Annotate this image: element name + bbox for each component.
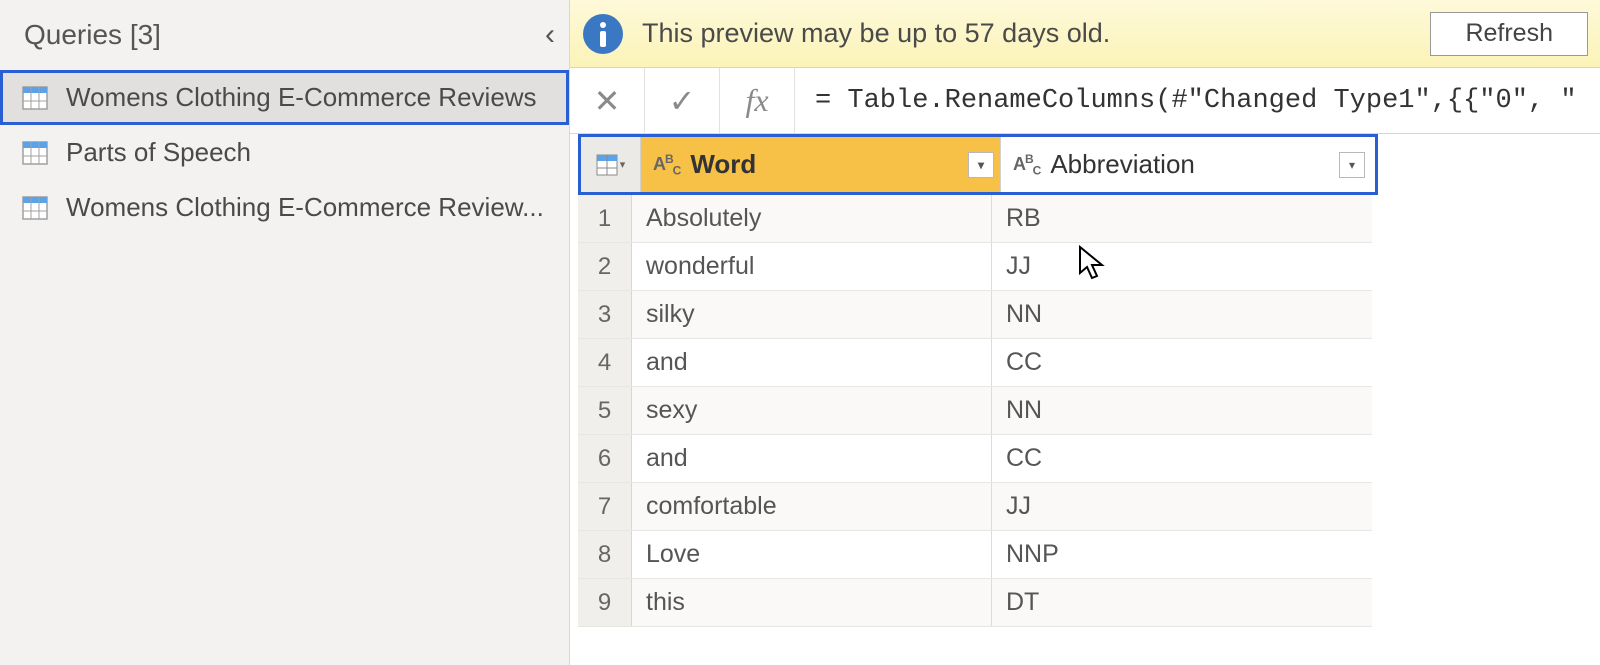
column-filter-abbrev[interactable]: ▾ bbox=[1339, 152, 1365, 178]
cell-word[interactable]: this bbox=[632, 579, 992, 626]
grid-header-highlight: ▾ ABC Word ▾ ABC Abbreviation ▾ bbox=[578, 134, 1378, 195]
table-row[interactable]: 2 wonderful JJ bbox=[578, 243, 1372, 291]
row-number[interactable]: 5 bbox=[578, 387, 632, 434]
table-row[interactable]: 7 comfortable JJ bbox=[578, 483, 1372, 531]
text-type-icon: ABC bbox=[1013, 152, 1040, 178]
column-header-word[interactable]: ABC Word ▾ bbox=[641, 137, 1001, 192]
row-number[interactable]: 7 bbox=[578, 483, 632, 530]
row-number[interactable]: 2 bbox=[578, 243, 632, 290]
table-row[interactable]: 1 Absolutely RB bbox=[578, 195, 1372, 243]
table-row[interactable]: 4 and CC bbox=[578, 339, 1372, 387]
banner-text: This preview may be up to 57 days old. bbox=[642, 18, 1412, 49]
query-item-label: Womens Clothing E-Commerce Reviews bbox=[66, 82, 547, 113]
table-row[interactable]: 9 this DT bbox=[578, 579, 1372, 627]
row-number[interactable]: 8 bbox=[578, 531, 632, 578]
formula-input[interactable] bbox=[795, 68, 1600, 133]
query-item-label: Parts of Speech bbox=[66, 137, 547, 168]
cell-word[interactable]: and bbox=[632, 339, 992, 386]
query-item[interactable]: Womens Clothing E-Commerce Review... bbox=[0, 180, 569, 235]
cell-abbreviation[interactable]: NNP bbox=[992, 531, 1362, 578]
info-icon bbox=[582, 13, 624, 55]
select-all-corner[interactable]: ▾ bbox=[581, 137, 641, 192]
query-list: Womens Clothing E-Commerce Reviews Parts… bbox=[0, 70, 569, 235]
refresh-button[interactable]: Refresh bbox=[1430, 12, 1588, 56]
cancel-formula-button[interactable]: ✕ bbox=[570, 68, 645, 133]
preview-age-banner: This preview may be up to 57 days old. R… bbox=[570, 0, 1600, 68]
fx-button[interactable]: fx bbox=[720, 68, 795, 133]
accept-formula-button[interactable]: ✓ bbox=[645, 68, 720, 133]
cell-abbreviation[interactable]: JJ bbox=[992, 483, 1362, 530]
cell-abbreviation[interactable]: RB bbox=[992, 195, 1362, 242]
formula-bar: ✕ ✓ fx bbox=[570, 68, 1600, 134]
data-grid: 1 Absolutely RB 2 wonderful JJ 3 silky N… bbox=[578, 195, 1372, 627]
cell-abbreviation[interactable]: NN bbox=[992, 387, 1362, 434]
table-row[interactable]: 8 Love NNP bbox=[578, 531, 1372, 579]
table-row[interactable]: 3 silky NN bbox=[578, 291, 1372, 339]
query-item[interactable]: Womens Clothing E-Commerce Reviews bbox=[0, 70, 569, 125]
chevron-down-icon: ▾ bbox=[620, 158, 626, 171]
row-number[interactable]: 9 bbox=[578, 579, 632, 626]
cell-word[interactable]: silky bbox=[632, 291, 992, 338]
column-header-abbreviation[interactable]: ABC Abbreviation ▾ bbox=[1001, 137, 1371, 192]
table-icon bbox=[22, 196, 48, 220]
column-header-abbrev-label: Abbreviation bbox=[1050, 149, 1195, 180]
cell-abbreviation[interactable]: JJ bbox=[992, 243, 1362, 290]
cell-word[interactable]: Absolutely bbox=[632, 195, 992, 242]
table-icon bbox=[22, 141, 48, 165]
table-row[interactable]: 5 sexy NN bbox=[578, 387, 1372, 435]
row-number[interactable]: 6 bbox=[578, 435, 632, 482]
query-item-label: Womens Clothing E-Commerce Review... bbox=[66, 192, 547, 223]
table-row[interactable]: 6 and CC bbox=[578, 435, 1372, 483]
cell-word[interactable]: comfortable bbox=[632, 483, 992, 530]
row-number[interactable]: 3 bbox=[578, 291, 632, 338]
cell-word[interactable]: Love bbox=[632, 531, 992, 578]
table-icon bbox=[22, 86, 48, 110]
collapse-pane-icon[interactable]: ‹ bbox=[545, 18, 555, 52]
queries-pane: Queries [3] ‹ Womens Clothing E-Commerce… bbox=[0, 0, 570, 665]
column-filter-word[interactable]: ▾ bbox=[968, 152, 994, 178]
cell-word[interactable]: and bbox=[632, 435, 992, 482]
query-item[interactable]: Parts of Speech bbox=[0, 125, 569, 180]
cell-abbreviation[interactable]: DT bbox=[992, 579, 1362, 626]
queries-title: Queries [3] bbox=[24, 19, 161, 51]
cell-word[interactable]: wonderful bbox=[632, 243, 992, 290]
cell-abbreviation[interactable]: CC bbox=[992, 339, 1362, 386]
row-number[interactable]: 4 bbox=[578, 339, 632, 386]
cell-abbreviation[interactable]: CC bbox=[992, 435, 1362, 482]
right-pane: This preview may be up to 57 days old. R… bbox=[570, 0, 1600, 665]
row-number[interactable]: 1 bbox=[578, 195, 632, 242]
cell-word[interactable]: sexy bbox=[632, 387, 992, 434]
cell-abbreviation[interactable]: NN bbox=[992, 291, 1362, 338]
queries-header: Queries [3] ‹ bbox=[0, 0, 569, 70]
column-header-word-label: Word bbox=[690, 149, 756, 180]
text-type-icon: ABC bbox=[653, 152, 680, 178]
table-icon bbox=[596, 154, 618, 176]
